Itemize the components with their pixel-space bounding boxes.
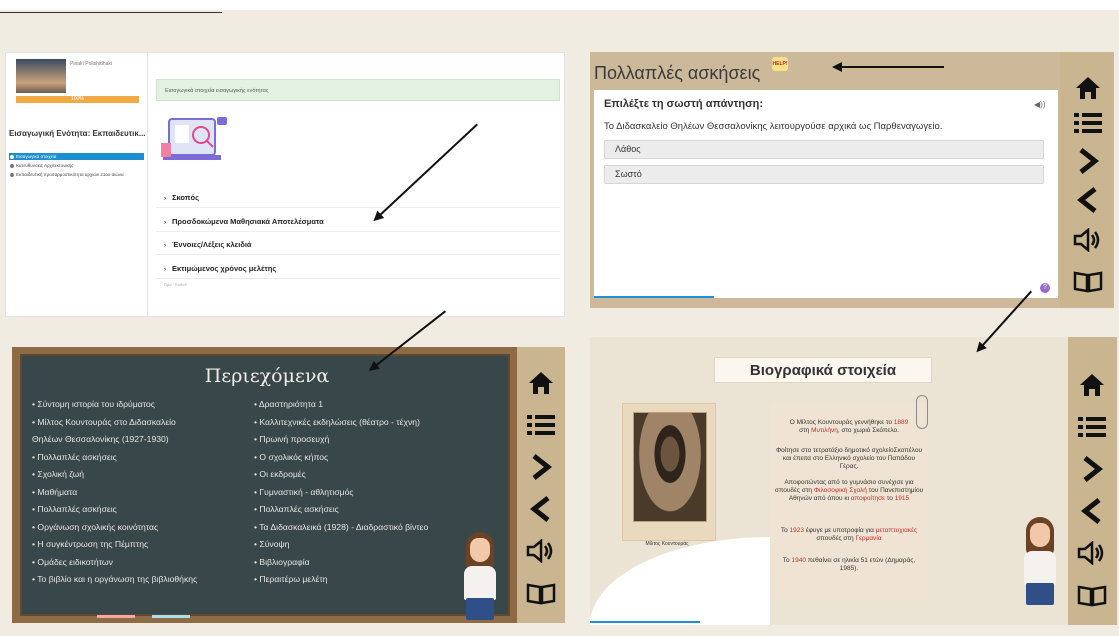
speaker-icon[interactable]	[1070, 224, 1106, 256]
annotation-arrow	[834, 66, 944, 68]
unit-title[interactable]: Εισαγωγική Ενότητα: Εκπαιδευτικ...	[9, 129, 147, 138]
help-badge[interactable]: HELP!	[772, 57, 788, 71]
contents-item[interactable]: • Πολλαπλές ασκήσεις	[32, 449, 197, 467]
contents-item[interactable]: • Ο σχολικός κήπος	[254, 449, 428, 467]
accordion-label: Προσδοκώμενα Μαθησιακά Αποτελέσματα	[172, 217, 324, 226]
contents-item[interactable]: • Οργάνωση σχολικής κοινότητας	[32, 519, 197, 537]
accordion-keywords[interactable]: › Έννοιες/Λέξεις κλειδιά	[156, 235, 560, 255]
contents-item[interactable]: • Πολλαπλές ασκήσεις	[32, 501, 197, 519]
contents-item[interactable]: Θηλέων Θεσσαλονίκης (1927-1930)	[32, 431, 197, 449]
quiz-body: Επιλέξτε τη σωστή απάντηση: ◀)) Το Διδασ…	[594, 90, 1058, 298]
contents-item[interactable]: • Σχολική ζωή	[32, 466, 197, 484]
section-banner: Εισαγωγικά στοιχεία εισαγωγικής ενότητας	[156, 79, 560, 101]
sidebar-item-intro[interactable]: Εισαγωγικά στοιχεία	[9, 153, 144, 160]
biography-title: Βιογραφικά στοιχεία	[714, 357, 932, 383]
portrait-caption: Μίλτος Κουντουράς	[645, 541, 689, 547]
accordion-label: Εκτιμώμενος χρόνος μελέτης	[172, 264, 277, 273]
chalkboard: Περιεχόμενα • Σύντομη ιστορία του ιδρύμα…	[20, 354, 510, 620]
bio-paragraph: Φοίτησε στο τετρατάξιο δημοτικό σχολείοΣ…	[775, 447, 922, 470]
next-icon[interactable]	[1070, 145, 1106, 177]
contents-item[interactable]: • Πρωινή προσευχή	[254, 431, 428, 449]
contents-item[interactable]: • Πολλαπλές ασκήσεις	[254, 501, 428, 519]
user-name: Pinakí Polishidhaki	[70, 61, 112, 67]
lms-sidebar: Pinakí Polishidhaki 100% Εισαγωγική Ενότ…	[6, 53, 148, 318]
biography-panel: Βιογραφικά στοιχεία Μίλτος Κουντουράς Ο …	[590, 337, 1117, 625]
back-icon[interactable]	[1070, 184, 1106, 216]
nav-bar	[1068, 337, 1117, 625]
contents-left-column: • Σύντομη ιστορία του ιδρύματος • Μίλτος…	[32, 396, 197, 589]
progress-line	[590, 621, 700, 623]
progress-line	[594, 296, 714, 298]
contents-item[interactable]: • Σύνοψη	[254, 536, 428, 554]
contents-item[interactable]: • Σύντομη ιστορία του ιδρύματος	[32, 396, 197, 414]
avatar	[1018, 517, 1062, 605]
contents-item[interactable]: • Η συγκέντρωση της Πέμπτης	[32, 536, 197, 554]
quiz-panel: Πολλαπλές ασκήσεις HELP! Επιλέξτε τη σωσ…	[590, 52, 1114, 308]
speaker-icon[interactable]	[1074, 537, 1110, 569]
accordion-study-time[interactable]: › Εκτιμώμενος χρόνος μελέτης	[156, 259, 560, 279]
question-text: Επιλέξτε τη σωστή απάντηση:	[604, 98, 763, 110]
menu-icon[interactable]	[523, 409, 559, 441]
back-icon[interactable]	[523, 493, 559, 525]
accordion-label: Σκοπός	[172, 193, 200, 202]
accordion-outcomes[interactable]: › Προσδοκώμενα Μαθησιακά Αποτελέσματα	[156, 212, 560, 232]
white-curve	[590, 537, 770, 625]
option-false[interactable]: Λάθος	[604, 140, 1044, 159]
help-question-icon[interactable]: ?	[1040, 283, 1050, 293]
sidebar-item-21st-century[interactable]: Εκπαιδευτική προσαρμοστικότητα αρχιών 21…	[9, 171, 144, 178]
menu-icon[interactable]	[1070, 107, 1106, 139]
book-icon[interactable]	[523, 577, 559, 609]
bio-paragraph: Το 1923 έφυγε με υποτροφία για μεταπτυχι…	[780, 527, 918, 542]
nav-bar	[517, 347, 565, 623]
chalk-piece	[97, 615, 135, 618]
quiz-title: Πολλαπλές ασκήσεις	[594, 63, 761, 83]
contents-item[interactable]: • Περαιτέρω μελέτη	[254, 571, 428, 589]
contents-item[interactable]: • Καλλιτεχνικές εκδηλώσεις (θέατρο - τέχ…	[254, 414, 428, 432]
speaker-icon[interactable]: ◀))	[1034, 100, 1045, 109]
accordion-label: Έννοιες/Λέξεις κλειδιά	[172, 240, 252, 249]
quiz-header: Πολλαπλές ασκήσεις HELP!	[590, 52, 1060, 90]
question-statement: Το Διδασκαλείο Θηλέων Θεσσαλονίκης λειτο…	[604, 121, 943, 132]
bio-paragraph: Αποφοιτώντας από το γυμνάσιο συνέχισε γι…	[774, 479, 924, 502]
book-icon[interactable]	[1070, 265, 1106, 297]
contents-item[interactable]: • Δραστηριότητα 1	[254, 396, 428, 414]
contents-item[interactable]: • Μίλτος Κουντουράς στο Διδασκαλείο	[32, 414, 197, 432]
option-true[interactable]: Σωστό	[604, 165, 1044, 184]
sidebar-item-architecture[interactable]: Κατευθυνσεις Αρχιτεκτονικής	[9, 162, 144, 169]
contents-panel: Περιεχόμενα • Σύντομη ιστορία του ιδρύμα…	[12, 347, 565, 623]
next-icon[interactable]	[1074, 453, 1110, 485]
contents-right-column: • Δραστηριότητα 1 • Καλλιτεχνικές εκδηλώ…	[254, 396, 428, 589]
menu-icon[interactable]	[1074, 411, 1110, 443]
contents-item[interactable]: • Ομάδες ειδικοτήτων	[32, 554, 197, 572]
home-icon[interactable]	[523, 367, 559, 399]
progress-bar: 100%	[16, 96, 139, 103]
contents-item[interactable]: • Τα Διδασκαλεικά (1928) - Διαδραστικό β…	[254, 519, 428, 537]
nav-bar	[1060, 52, 1114, 308]
lms-panel: Pinakí Polishidhaki 100% Εισαγωγική Ενότ…	[5, 52, 565, 318]
contents-item[interactable]: • Βιβλιογραφία	[254, 554, 428, 572]
speaker-icon[interactable]	[523, 535, 559, 567]
top-strip	[0, 0, 1119, 10]
next-icon[interactable]	[523, 451, 559, 483]
home-icon[interactable]	[1070, 72, 1106, 104]
chalk-piece	[152, 615, 190, 618]
bio-paragraph: Ο Μίλτος Κουντουράς γεννήθηκε το 1889 στη…	[789, 419, 909, 434]
back-icon[interactable]	[1074, 495, 1110, 527]
biography-content: Βιογραφικά στοιχεία Μίλτος Κουντουράς Ο …	[590, 337, 1068, 625]
contents-title: Περιεχόμενα	[204, 365, 330, 387]
course-thumbnail	[16, 59, 66, 93]
bio-paragraph: Το 1940 πεθαίνει σε ηλικία 51 ετών (Δημα…	[782, 557, 916, 572]
contents-item[interactable]: • Μαθήματα	[32, 484, 197, 502]
accordion-purpose[interactable]: › Σκοπός	[156, 188, 560, 208]
home-icon[interactable]	[1074, 369, 1110, 401]
contents-item[interactable]: • Γυμναστική - αθλητισμός	[254, 484, 428, 502]
laptop-illustration	[161, 117, 227, 160]
contents-item[interactable]: • Το βιβλίο και η οργάνωση της βιβλιοθήκ…	[32, 571, 197, 589]
top-underline	[0, 12, 222, 13]
avatar	[458, 532, 502, 620]
book-icon[interactable]	[1074, 579, 1110, 611]
portrait-photo	[622, 403, 716, 541]
contents-item[interactable]: • Οι εκδρομές	[254, 466, 428, 484]
meta-footer: Ώρα · Καθοδ	[164, 282, 187, 287]
